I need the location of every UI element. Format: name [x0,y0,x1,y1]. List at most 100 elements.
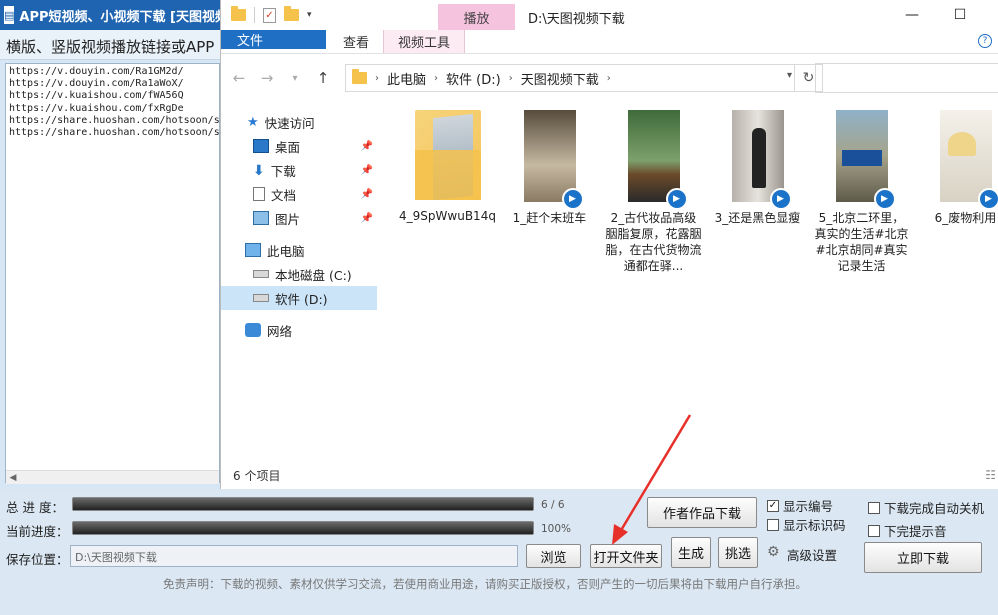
checkbox-icon [868,501,880,514]
tab-file[interactable]: 文件 [221,30,326,49]
app-title: APP短视频、小视频下载 [天图视频 [19,9,225,25]
computer-icon [245,243,261,257]
maximize-button[interactable]: ☐ [937,0,983,30]
video-play-icon: ▶ [561,188,584,210]
recent-dropdown-icon[interactable]: ▾ [285,73,305,84]
file-name: 3_还是黑色显瘦 [714,211,801,225]
url-box-scrollbar[interactable]: ◀ [6,470,219,484]
advanced-settings-link[interactable]: 高级设置 [787,545,837,564]
network-icon [245,323,261,337]
auto-shutdown-checkbox[interactable]: 下载完成自动关机 [868,498,984,517]
generate-button[interactable]: 生成 [671,537,711,568]
search-input[interactable] [815,63,998,93]
nav-network[interactable]: 网络 [221,318,377,342]
download-control-panel: 总 进 度： 6 / 6 当前进度： 100% 保存位置： D:\天图视频下载 … [0,489,998,615]
file-name: 6_废物利用 [934,211,997,225]
file-list: 4_9SpWwuB14q ▶ 1_赶个末班车 ▶ 2_古代妆品高级胭脂复原，花露… [389,110,998,460]
details-view-icon[interactable]: ☷ [985,468,996,482]
download-arrow-icon: ⬇ [253,163,265,179]
breadcrumb-download-folder[interactable]: 天图视频下载 [521,69,599,88]
file-name: 2_古代妆品高级胭脂复原，花露胭脂，在古代货物流通都在驿... [605,211,702,273]
file-name: 5_北京二环里，真实的生活#北京#北京胡同#真实记录生活 [814,211,909,273]
save-path-field[interactable]: D:\天图视频下载 [70,545,518,567]
chevron-right-icon: › [606,72,611,84]
star-icon: ★ [247,114,259,130]
nav-this-pc[interactable]: 此电脑 [221,238,377,262]
done-sound-checkbox[interactable]: 下完提示音 [868,521,947,540]
download-now-button[interactable]: 立即下载 [864,542,982,573]
video-thumbnail: ▶ [523,110,584,210]
explorer-title-bar: ✓ ▾ 播放 D:\天图视频下载 — ☐ [221,0,998,30]
tab-video-tools[interactable]: 视频工具 [383,30,466,53]
file-item[interactable]: ▶ 6_废物利用 [913,110,998,226]
explorer-title: D:\天图视频下载 [528,12,625,27]
help-icon[interactable]: ? [978,34,992,48]
nav-downloads[interactable]: ⬇ 下载 📌 [221,158,377,182]
total-progress-text: 6 / 6 [541,499,565,511]
show-watermark-checkbox[interactable]: 显示标识码 [767,515,846,534]
checkbox-checked-icon: ✓ [767,499,779,512]
app-heading: 横版、竖版视频播放链接或APP [0,30,225,60]
scroll-left-icon[interactable]: ◀ [6,471,20,485]
pin-icon: 📌 [360,140,373,152]
file-item[interactable]: ▶ 5_北京二环里，真实的生活#北京#北京胡同#真实记录生活 [809,110,914,274]
gear-icon[interactable]: ⚙ [767,544,780,560]
video-thumbnail: ▶ [731,110,792,210]
file-item[interactable]: 4_9SpWwuB14q [395,110,500,224]
folder-icon[interactable] [231,6,246,21]
video-play-icon: ▶ [873,188,896,210]
pick-button[interactable]: 挑选 [718,537,758,568]
properties-icon[interactable]: ✓ [263,7,276,23]
checkbox-icon [868,524,880,537]
file-name: 4_9SpWwuB14q [399,209,496,223]
customize-toolbar-icon[interactable]: ▾ [307,10,312,20]
item-count-status: 6 个项目 [233,469,281,483]
address-field[interactable]: › 此电脑 › 软件 (D:) › 天图视频下载 › ▾ ↻ [345,64,823,92]
nav-desktop[interactable]: 桌面 📌 [221,134,377,158]
context-tab-play[interactable]: 播放 [438,4,515,30]
browse-button[interactable]: 浏览 [526,544,581,568]
disclaimer-text: 免责声明：下载的视频、素材仅供学习交流，若使用商业用途，请购买正版授权，否则产生… [163,577,807,591]
total-progress-fill [73,498,533,510]
video-play-icon: ▶ [769,188,792,210]
picture-icon [253,211,269,225]
video-play-icon: ▶ [977,188,998,210]
video-thumbnail: ▶ [939,110,998,210]
address-dropdown-icon[interactable]: ▾ [787,70,792,81]
breadcrumb-this-pc[interactable]: 此电脑 [387,69,426,88]
file-name: 1_赶个末班车 [512,211,587,225]
video-thumbnail: ▶ [835,110,896,210]
pin-icon: 📌 [360,212,373,224]
nav-pictures[interactable]: 图片 📌 [221,206,377,230]
chevron-right-icon: › [375,72,379,84]
video-play-icon: ▶ [665,188,688,210]
nav-documents[interactable]: 文档 📌 [221,182,377,206]
new-folder-icon[interactable] [284,6,299,21]
ribbon-tabs: 文件 主页 共享 查看 视频工具 ? [221,30,998,54]
nav-quick-access[interactable]: ★ 快速访问 [221,110,377,134]
tab-view[interactable]: 查看 [329,30,383,53]
file-item[interactable]: ▶ 1_赶个末班车 [497,110,602,226]
back-arrow-icon[interactable]: ← [229,69,249,87]
file-item[interactable]: ▶ 3_还是黑色显瘦 [705,110,810,226]
current-progress-fill [73,522,533,534]
file-item[interactable]: ▶ 2_古代妆品高级胭脂复原，花露胭脂，在古代货物流通都在驿... [601,110,706,274]
forward-arrow-icon[interactable]: → [257,69,277,87]
breadcrumb-drive-d[interactable]: 软件 (D:) [446,69,501,88]
author-works-button[interactable]: 作者作品下载 [647,497,757,528]
open-folder-button[interactable]: 打开文件夹 [590,544,662,568]
chevron-right-icon: › [508,72,513,84]
up-arrow-icon[interactable]: ↑ [313,69,333,87]
nav-drive-c[interactable]: 本地磁盘 (C:) [221,262,377,286]
url-input-box[interactable]: https://v.douyin.com/Ra1GM2d/ https://v.… [5,63,220,483]
total-progress-bar [72,497,534,511]
minimize-button[interactable]: — [889,0,935,30]
save-location-label: 保存位置： [6,552,69,567]
nav-drive-d[interactable]: 软件 (D:) [221,286,377,310]
navigation-pane: ★ 快速访问 桌面 📌 ⬇ 下载 📌 文档 📌 图片 📌 此电脑 本地磁盘 (C… [221,110,377,460]
show-number-checkbox[interactable]: ✓ 显示编号 [767,496,833,515]
address-folder-icon [352,69,367,84]
folder-thumbnail-icon [414,110,481,201]
document-icon [253,187,265,201]
current-progress-text: 100% [541,523,572,535]
